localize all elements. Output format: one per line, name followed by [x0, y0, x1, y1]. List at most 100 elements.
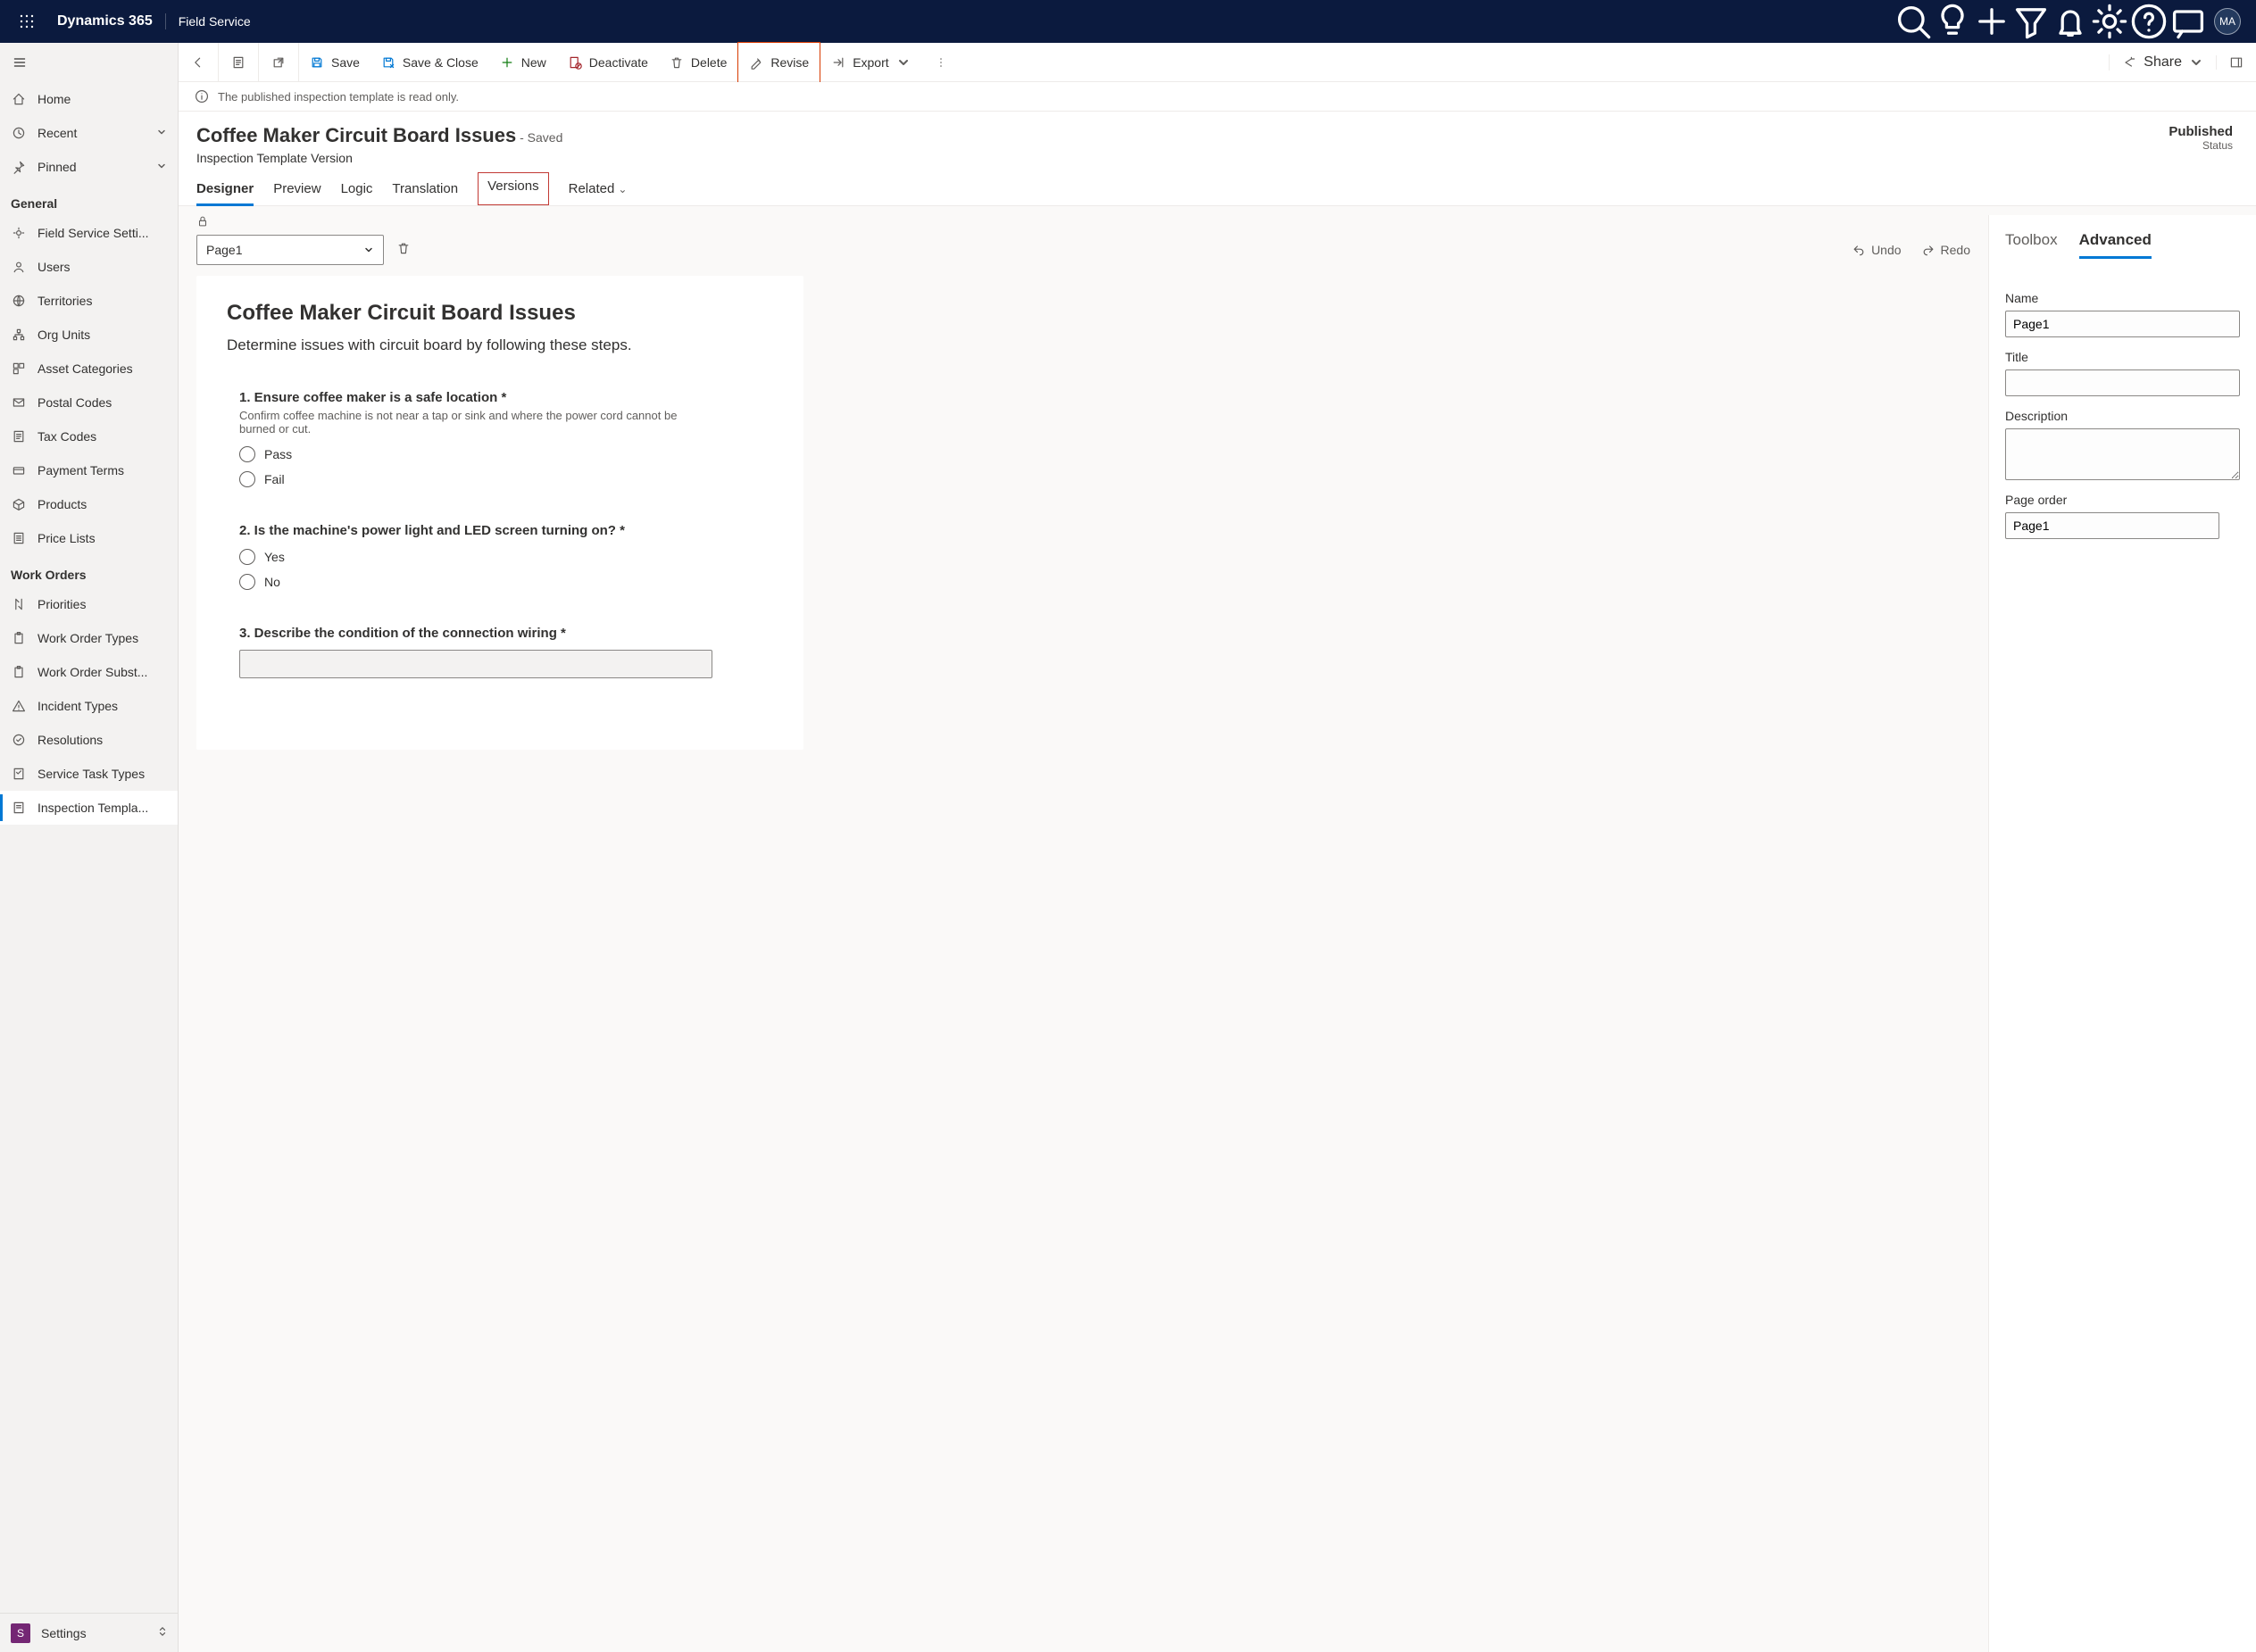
chevron-down-icon: [2189, 55, 2203, 70]
nav-label: Asset Categories: [37, 361, 167, 376]
nav-work-order-substatuses[interactable]: Work Order Subst...: [0, 655, 178, 689]
nav-label: Price Lists: [37, 531, 167, 545]
nav-payment-terms[interactable]: Payment Terms: [0, 453, 178, 487]
nav-price-lists[interactable]: Price Lists: [0, 521, 178, 555]
brand-label[interactable]: Dynamics 365: [45, 13, 166, 29]
text-answer-input[interactable]: [239, 650, 712, 678]
pin-icon: [11, 160, 27, 174]
canvas-title: Coffee Maker Circuit Board Issues: [227, 301, 773, 326]
search-icon[interactable]: [1894, 0, 1933, 43]
tab-versions[interactable]: Versions: [478, 172, 549, 205]
properties-panel: Toolbox Advanced Name Title Description …: [1988, 215, 2256, 1652]
tab-related[interactable]: Related⌄: [569, 174, 628, 205]
lightbulb-icon[interactable]: [1933, 0, 1972, 43]
prop-title-input[interactable]: [2005, 369, 2240, 396]
nav-incident-types[interactable]: Incident Types: [0, 689, 178, 723]
prop-description-input[interactable]: [2005, 428, 2240, 480]
tab-designer[interactable]: Designer: [196, 174, 254, 205]
nav-collapse-button[interactable]: [0, 43, 178, 82]
question-title: 2. Is the machine's power light and LED …: [239, 523, 773, 538]
save-button[interactable]: Save: [299, 43, 370, 82]
clipboard-icon: [11, 665, 27, 679]
delete-button[interactable]: Delete: [659, 43, 737, 82]
status-label: Status: [2169, 139, 2233, 152]
assistant-icon[interactable]: [2169, 0, 2208, 43]
nav-org-units[interactable]: Org Units: [0, 318, 178, 352]
side-pane-button[interactable]: [2216, 55, 2256, 70]
tab-preview[interactable]: Preview: [273, 174, 321, 205]
question-3[interactable]: 3. Describe the condition of the connect…: [239, 626, 773, 678]
export-button[interactable]: Export: [820, 43, 920, 82]
area-label[interactable]: Field Service: [179, 14, 251, 29]
nav-postal-codes[interactable]: Postal Codes: [0, 386, 178, 419]
open-new-window-button[interactable]: [259, 43, 299, 82]
add-icon[interactable]: [1972, 0, 2011, 43]
status-value: Published: [2169, 124, 2233, 139]
save-close-button[interactable]: Save & Close: [370, 43, 489, 82]
props-tab-advanced[interactable]: Advanced: [2079, 231, 2152, 259]
revise-button[interactable]: Revise: [738, 43, 820, 82]
nav-users[interactable]: Users: [0, 250, 178, 284]
tab-translation[interactable]: Translation: [392, 174, 458, 205]
radio-option[interactable]: Yes: [239, 549, 773, 565]
delete-page-button[interactable]: [396, 241, 411, 260]
deactivate-button[interactable]: Deactivate: [557, 43, 659, 82]
bell-icon[interactable]: [2051, 0, 2090, 43]
nav-field-service-settings[interactable]: Field Service Setti...: [0, 216, 178, 250]
back-button[interactable]: [179, 43, 219, 82]
share-button[interactable]: Share: [2109, 54, 2216, 71]
nav-asset-categories[interactable]: Asset Categories: [0, 352, 178, 386]
nav-priorities[interactable]: Priorities: [0, 587, 178, 621]
page-selector-value: Page1: [206, 243, 242, 257]
radio-icon: [239, 549, 255, 565]
nav-settings-area[interactable]: S Settings: [0, 1613, 178, 1652]
global-header: Dynamics 365 Field Service MA: [0, 0, 2256, 43]
info-strip: The published inspection template is rea…: [179, 82, 2256, 112]
tab-logic[interactable]: Logic: [341, 174, 373, 205]
nav-label: Products: [37, 497, 167, 511]
prop-name-label: Name: [2005, 291, 2240, 305]
redo-button[interactable]: Redo: [1921, 243, 1970, 257]
tax-icon: [11, 429, 27, 444]
nav-territories[interactable]: Territories: [0, 284, 178, 318]
overflow-button[interactable]: [921, 43, 961, 82]
prop-page-order-input[interactable]: [2005, 512, 2219, 539]
radio-option[interactable]: Pass: [239, 446, 773, 462]
undo-button[interactable]: Undo: [1852, 243, 1901, 257]
help-icon[interactable]: [2129, 0, 2169, 43]
nav-products[interactable]: Products: [0, 487, 178, 521]
prop-name-input[interactable]: [2005, 311, 2240, 337]
props-tab-toolbox[interactable]: Toolbox: [2005, 231, 2058, 259]
form-header: Coffee Maker Circuit Board Issues - Save…: [179, 112, 2256, 165]
app-launcher-button[interactable]: [9, 13, 45, 29]
question-1[interactable]: 1. Ensure coffee maker is a safe locatio…: [239, 390, 773, 487]
nav-pinned[interactable]: Pinned: [0, 150, 178, 184]
entity-name: Inspection Template Version: [196, 151, 562, 165]
page-selector[interactable]: Page1: [196, 235, 384, 265]
nav-label: Home: [37, 92, 167, 106]
radio-option[interactable]: Fail: [239, 471, 773, 487]
nav-work-order-types[interactable]: Work Order Types: [0, 621, 178, 655]
form-selector-button[interactable]: [219, 43, 259, 82]
nav-label: Resolutions: [37, 733, 167, 747]
option-label: Pass: [264, 447, 292, 461]
inspection-icon: [11, 801, 27, 815]
nav-tax-codes[interactable]: Tax Codes: [0, 419, 178, 453]
gear-icon[interactable]: [2090, 0, 2129, 43]
nav-service-task-types[interactable]: Service Task Types: [0, 757, 178, 791]
filter-icon[interactable]: [2011, 0, 2051, 43]
nav-section-work-orders: Work Orders: [0, 555, 178, 587]
canvas-description: Determine issues with circuit board by f…: [227, 336, 773, 354]
nav-recent[interactable]: Recent: [0, 116, 178, 150]
nav-inspection-templates[interactable]: Inspection Templa...: [0, 791, 178, 825]
nav-resolutions[interactable]: Resolutions: [0, 723, 178, 757]
nav-home[interactable]: Home: [0, 82, 178, 116]
new-button[interactable]: New: [489, 43, 557, 82]
avatar-initials: MA: [2214, 8, 2241, 35]
radio-option[interactable]: No: [239, 574, 773, 590]
avatar[interactable]: MA: [2208, 0, 2247, 43]
cmd-label: Delete: [691, 55, 727, 70]
nav-label: Work Order Subst...: [37, 665, 167, 679]
chevron-down-icon: [363, 245, 374, 255]
question-2[interactable]: 2. Is the machine's power light and LED …: [239, 523, 773, 590]
